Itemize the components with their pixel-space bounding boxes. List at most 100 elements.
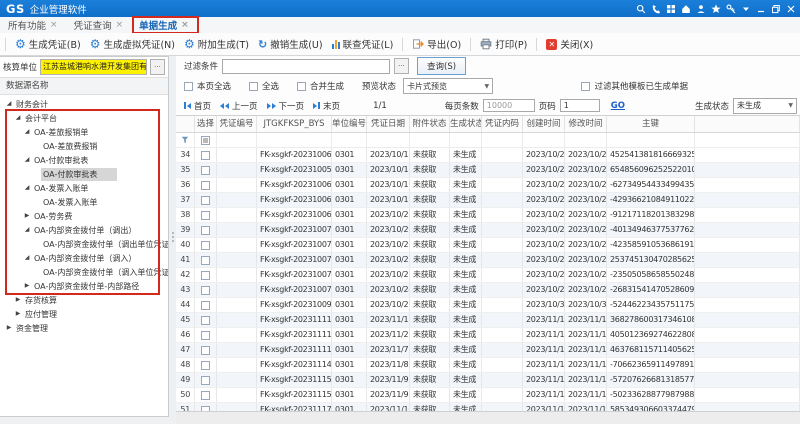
row-checkbox[interactable]	[201, 361, 210, 370]
merge-generate-checkbox[interactable]	[297, 82, 306, 91]
table-row[interactable]: 35FK-xsgkf-20231005603012023/10/18未获取未生成…	[176, 163, 800, 178]
panel-splitter[interactable]	[169, 56, 176, 417]
row-select[interactable]	[195, 328, 217, 342]
last-page-button[interactable]: 末页	[313, 100, 340, 112]
tree-item[interactable]: OA-发票入账单	[0, 195, 168, 209]
filter-browse-button[interactable]: ···	[394, 58, 409, 74]
tree-expander-icon[interactable]: ▶	[22, 283, 32, 289]
row-select[interactable]	[195, 313, 217, 327]
accounting-unit-browse-button[interactable]: ···	[150, 59, 165, 75]
dropdown-icon[interactable]	[741, 4, 751, 14]
tree-expander-icon[interactable]: ◢	[22, 255, 32, 261]
row-checkbox[interactable]	[201, 256, 210, 265]
row-select[interactable]	[195, 148, 217, 162]
table-row[interactable]: 39FK-xsgkf-20231007003012023/10/20未获取未生成…	[176, 223, 800, 238]
table-row[interactable]: 44FK-xsgkf-20231009303012023/10/27未获取未生成…	[176, 298, 800, 313]
phone-icon[interactable]	[651, 4, 661, 14]
row-select[interactable]	[195, 298, 217, 312]
table-row[interactable]: 34FK-xsgkf-20231006203012023/10/18未获取未生成…	[176, 148, 800, 163]
next-page-button[interactable]: 下一页	[267, 100, 305, 112]
preview-status-select[interactable]: 卡片式预览 ▼	[403, 78, 493, 94]
filter-row-checkbox[interactable]	[201, 136, 210, 145]
row-checkbox[interactable]	[201, 181, 210, 190]
row-checkbox[interactable]	[201, 166, 210, 175]
table-row[interactable]: 45FK-xsgkf-20231111003012023/11/1未获取未生成2…	[176, 313, 800, 328]
generate-status-select[interactable]: 未生成 ▼	[733, 98, 797, 114]
minimize-icon[interactable]	[756, 4, 766, 14]
row-select[interactable]	[195, 268, 217, 282]
tree-item[interactable]: OA-内部资金拨付单（调入单位凭证）	[0, 265, 168, 279]
star-icon[interactable]	[711, 4, 721, 14]
key-icon[interactable]	[726, 4, 736, 14]
column-header-创建时间[interactable]: 创建时间	[523, 116, 565, 132]
search-button[interactable]: 查询(S)	[417, 57, 466, 75]
tab-所有功能[interactable]: 所有功能×	[0, 17, 66, 33]
row-checkbox[interactable]	[201, 376, 210, 385]
table-row[interactable]: 47FK-xsgkf-20231111903012023/11/7未获取未生成2…	[176, 343, 800, 358]
table-row[interactable]: 49FK-xsgkf-20231115303012023/11/9未获取未生成2…	[176, 373, 800, 388]
filter-cell[interactable]	[176, 133, 195, 147]
select-all-checkbox[interactable]	[249, 82, 258, 91]
tree-expander-icon[interactable]: ◢	[22, 185, 32, 191]
row-select[interactable]	[195, 193, 217, 207]
column-header-生成状态[interactable]: 生成状态	[450, 116, 482, 132]
apps-icon[interactable]	[666, 4, 676, 14]
column-header-凭证编号[interactable]: 凭证编号	[217, 116, 257, 132]
tree-item[interactable]: ▶OA-劳务费	[0, 209, 168, 223]
column-header-修改时间[interactable]: 修改时间	[565, 116, 607, 132]
accounting-unit-field[interactable]: 江苏盐城港响水港开发集团有限公司	[40, 59, 147, 75]
tab-close-icon[interactable]: ×	[50, 21, 58, 30]
row-checkbox[interactable]	[201, 226, 210, 235]
user-icon[interactable]	[696, 4, 706, 14]
toolbar-button-导出(O)[interactable]: 导出(O)	[412, 37, 461, 51]
toolbar-button-关闭(X)[interactable]: ✕关闭(X)	[546, 37, 593, 51]
row-checkbox[interactable]	[201, 391, 210, 400]
tree-item[interactable]: ◢OA-发票入账单	[0, 181, 168, 195]
row-select[interactable]	[195, 208, 217, 222]
tree-item[interactable]: ◢OA-付款审批表	[0, 153, 168, 167]
row-checkbox[interactable]	[201, 211, 210, 220]
column-header-附件状态[interactable]: 附件状态	[410, 116, 450, 132]
tree-expander-icon[interactable]: ▶	[13, 311, 23, 317]
row-checkbox[interactable]	[201, 331, 210, 340]
column-header-凭证内码[interactable]: 凭证内码	[482, 116, 523, 132]
table-row[interactable]: 42FK-xsgkf-20231007403012023/10/23未获取未生成…	[176, 268, 800, 283]
table-row[interactable]: 36FK-xsgkf-20231006703012023/10/19未获取未生成…	[176, 178, 800, 193]
tree-item[interactable]: OA-差旅费报销	[0, 139, 168, 153]
row-checkbox[interactable]	[201, 271, 210, 280]
table-row[interactable]: 37FK-xsgkf-20231006803012023/10/19未获取未生成…	[176, 193, 800, 208]
table-row[interactable]: 46FK-xsgkf-20231111503012023/11/2未获取未生成2…	[176, 328, 800, 343]
tree-expander-icon[interactable]: ◢	[13, 115, 23, 121]
tree-expander-icon[interactable]: ▶	[22, 213, 32, 219]
tree-expander-icon[interactable]: ◢	[22, 157, 32, 163]
tab-凭证查询[interactable]: 凭证查询×	[66, 17, 132, 33]
tree-expander-icon[interactable]: ◢	[22, 129, 32, 135]
row-checkbox[interactable]	[201, 196, 210, 205]
column-header-单位编号[interactable]: 单位编号	[332, 116, 367, 132]
restore-icon[interactable]	[771, 4, 781, 14]
close-icon[interactable]	[786, 4, 796, 14]
toolbar-button-生成虚拟凭证(N)[interactable]: ⚙生成虚拟凭证(N)	[90, 37, 175, 51]
tab-单据生成[interactable]: 单据生成×	[131, 17, 197, 33]
filter-other-templates-checkbox[interactable]	[581, 82, 590, 91]
column-header-选择[interactable]: 选择	[195, 116, 217, 132]
table-row[interactable]: 43FK-xsgkf-20231007503012023/10/24未获取未生成…	[176, 283, 800, 298]
row-select[interactable]	[195, 238, 217, 252]
table-row[interactable]: 40FK-xsgkf-20231007103012023/10/23未获取未生成…	[176, 238, 800, 253]
tree-item[interactable]: OA-付款审批表	[0, 167, 168, 181]
page-size-input[interactable]: 10000	[483, 99, 535, 112]
prev-page-button[interactable]: 上一页	[220, 100, 258, 112]
column-header-JTGKFKSP_BYS[interactable]: JTGKFKSP_BYS	[257, 116, 332, 132]
tree-item[interactable]: ▶资金管理	[0, 321, 168, 335]
home-icon[interactable]	[681, 4, 691, 14]
tree-expander-icon[interactable]: ◢	[22, 227, 32, 233]
row-select[interactable]	[195, 373, 217, 387]
row-checkbox[interactable]	[201, 316, 210, 325]
toolbar-button-撤销生成(U)[interactable]: ↻撤销生成(U)	[258, 37, 323, 51]
row-select[interactable]	[195, 223, 217, 237]
tree-expander-icon[interactable]: ◢	[4, 101, 14, 107]
row-select[interactable]	[195, 253, 217, 267]
toolbar-button-生成凭证(B)[interactable]: ⚙生成凭证(B)	[15, 37, 81, 51]
row-checkbox[interactable]	[201, 151, 210, 160]
tree-expander-icon[interactable]: ▶	[4, 325, 14, 331]
